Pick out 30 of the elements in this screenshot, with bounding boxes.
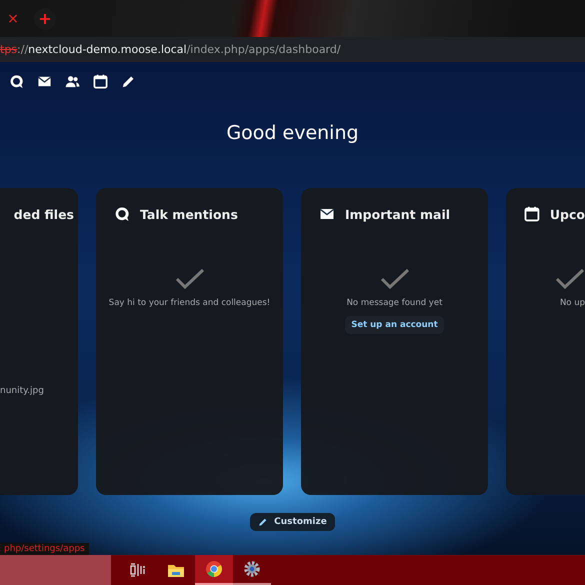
folder-icon: [167, 562, 185, 578]
setup-account-button[interactable]: Set up an account: [345, 316, 444, 334]
tab-close-button[interactable]: ×: [6, 10, 20, 26]
browser-icon: [205, 560, 223, 578]
widget-title: Talk mentions: [140, 206, 238, 222]
address-bar[interactable]: tps://nextcloud-demo.moose.local/index.php/apps/dashboard/: [0, 37, 585, 62]
empty-message: No up: [560, 298, 585, 308]
widget-title: Upco: [550, 206, 585, 222]
checkmark-icon: [174, 268, 204, 290]
empty-message: Say hi to your friends and colleagues!: [108, 298, 270, 308]
widget-title: ded files: [14, 206, 74, 222]
checkmark-icon: [555, 268, 585, 290]
pencil-icon: [258, 517, 268, 527]
task-view-icon: [130, 563, 146, 577]
talk-icon: [114, 206, 130, 222]
mail-icon: [319, 206, 335, 222]
customize-button[interactable]: Customize: [250, 513, 335, 531]
checkmark-icon: [380, 268, 410, 290]
contacts-icon[interactable]: [65, 74, 80, 88]
calendar-icon[interactable]: [93, 74, 108, 88]
talk-icon[interactable]: [9, 74, 24, 88]
file-name[interactable]: nunity.jpg: [0, 386, 74, 396]
greeting-heading: Good evening: [225, 122, 360, 146]
empty-message: No message found yet: [346, 298, 442, 308]
widget-title: Important mail: [345, 206, 450, 222]
calendar-icon: [524, 206, 540, 222]
pencil-icon[interactable]: [121, 74, 136, 88]
new-tab-button[interactable]: +: [34, 8, 56, 30]
settings-icon: [243, 560, 261, 578]
taskbar-button[interactable]: [195, 555, 233, 585]
